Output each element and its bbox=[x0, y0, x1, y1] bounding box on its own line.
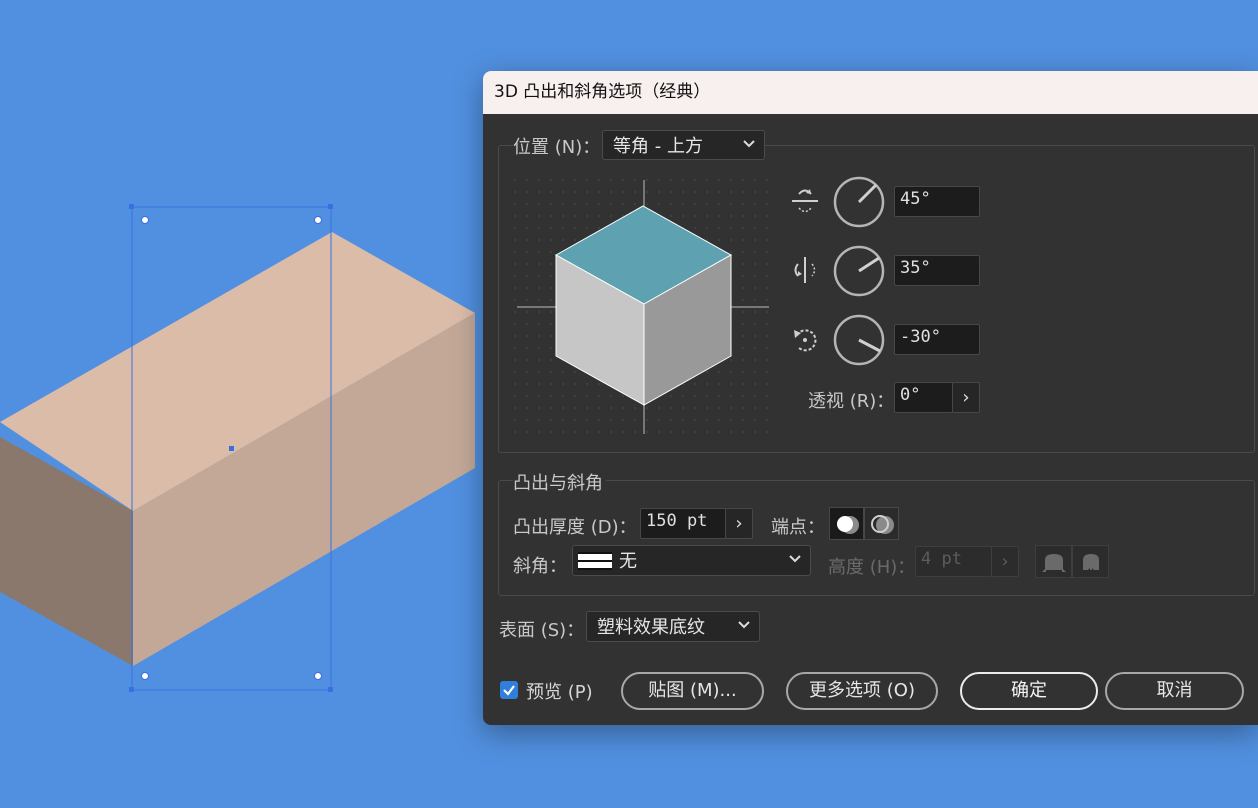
rotate-x-value: 45° bbox=[900, 189, 931, 209]
more-options-button[interactable]: 更多选项 (O) bbox=[786, 672, 938, 710]
height-input: 4 pt bbox=[915, 546, 992, 577]
rotate-y-input[interactable]: 35° bbox=[894, 255, 980, 286]
rotate-x-axis-icon bbox=[792, 189, 818, 213]
bevel-extent-in-button bbox=[1072, 545, 1109, 578]
height-value: 4 pt bbox=[921, 549, 962, 569]
cap-on-button[interactable] bbox=[829, 507, 864, 540]
map-art-button[interactable]: 贴图 (M)... bbox=[621, 672, 764, 710]
chevron-down-icon bbox=[788, 547, 802, 576]
rotation-track-cube[interactable] bbox=[513, 178, 773, 438]
rotate-z-input[interactable]: -30° bbox=[894, 324, 980, 355]
chevron-down-icon bbox=[737, 613, 751, 642]
bevel-in-icon bbox=[1083, 554, 1099, 572]
selection-anchor-br[interactable] bbox=[328, 687, 333, 692]
cap-off-button[interactable] bbox=[864, 507, 899, 540]
height-slider-button: › bbox=[991, 546, 1019, 577]
dialog-titlebar[interactable]: 3D 凸出和斜角选项（经典） bbox=[483, 71, 1258, 114]
rotate-y-dial[interactable] bbox=[832, 244, 886, 298]
ok-button[interactable]: 确定 bbox=[960, 672, 1098, 710]
checkmark-icon bbox=[503, 685, 515, 696]
height-label: 高度 (H)： bbox=[828, 557, 916, 578]
surface-value: 塑料效果底纹 bbox=[597, 617, 705, 638]
perspective-slider-button[interactable]: › bbox=[952, 382, 980, 413]
perspective-value: 0° bbox=[900, 385, 921, 405]
rotate-x-dial[interactable] bbox=[832, 175, 886, 229]
perspective-input[interactable]: 0° bbox=[894, 382, 953, 413]
extrude-depth-label: 凸出厚度 (D)： bbox=[513, 517, 637, 538]
position-dropdown[interactable]: 等角 - 上方 bbox=[602, 130, 765, 160]
cancel-button[interactable]: 取消 bbox=[1105, 672, 1244, 710]
surface-label: 表面 (S)： bbox=[499, 620, 585, 641]
extrude-bevel-group-label: 凸出与斜角 bbox=[513, 469, 606, 495]
bevel-label: 斜角： bbox=[513, 556, 567, 577]
extrude-bevel-dialog: 3D 凸出和斜角选项（经典） 位置 (N)： 等角 - 上方 45° 35° -… bbox=[483, 71, 1258, 725]
rotate-x-input[interactable]: 45° bbox=[894, 186, 980, 217]
bevel-out-icon bbox=[1042, 554, 1066, 572]
chevron-right-icon: › bbox=[1001, 551, 1009, 572]
bevel-value: 无 bbox=[619, 551, 637, 572]
surface-dropdown[interactable]: 塑料效果底纹 bbox=[586, 611, 760, 642]
rotate-y-value: 35° bbox=[900, 258, 931, 278]
corner-widget-bl[interactable] bbox=[141, 672, 149, 680]
chevron-right-icon: › bbox=[962, 387, 970, 408]
corner-widget-tr[interactable] bbox=[314, 216, 322, 224]
corner-widget-br[interactable] bbox=[314, 672, 322, 680]
preview-checkbox[interactable] bbox=[500, 681, 518, 699]
selection-anchor-bl[interactable] bbox=[129, 687, 134, 692]
dialog-title: 3D 凸出和斜角选项（经典） bbox=[494, 82, 711, 102]
extrude-depth-input[interactable]: 150 pt bbox=[640, 508, 726, 539]
bevel-dropdown[interactable]: 无 bbox=[572, 545, 811, 576]
cap-label: 端点： bbox=[771, 517, 825, 538]
bevel-swatch bbox=[578, 552, 612, 570]
position-label: 位置 (N)： bbox=[513, 133, 603, 159]
extrude-depth-slider-button[interactable]: › bbox=[725, 508, 753, 539]
perspective-label: 透视 (R)： bbox=[808, 391, 895, 412]
chevron-down-icon bbox=[742, 132, 756, 161]
preview-label[interactable]: 预览 (P) bbox=[526, 678, 593, 704]
rotate-z-axis-icon bbox=[794, 329, 817, 352]
bevel-extent-out-button bbox=[1035, 545, 1072, 578]
selection-center-point bbox=[229, 446, 234, 451]
cap-off-icon bbox=[871, 515, 894, 534]
corner-widget-tl[interactable] bbox=[141, 216, 149, 224]
chevron-right-icon: › bbox=[735, 513, 743, 534]
rotate-y-axis-icon bbox=[794, 257, 816, 283]
cap-on-icon bbox=[837, 516, 859, 534]
rotate-z-value: -30° bbox=[900, 327, 941, 347]
position-value: 等角 - 上方 bbox=[613, 136, 703, 157]
rotate-z-dial[interactable] bbox=[832, 313, 886, 367]
selection-anchor-tr[interactable] bbox=[328, 204, 333, 209]
selection-anchor-tl[interactable] bbox=[129, 204, 134, 209]
extrude-depth-value: 150 pt bbox=[646, 511, 708, 531]
